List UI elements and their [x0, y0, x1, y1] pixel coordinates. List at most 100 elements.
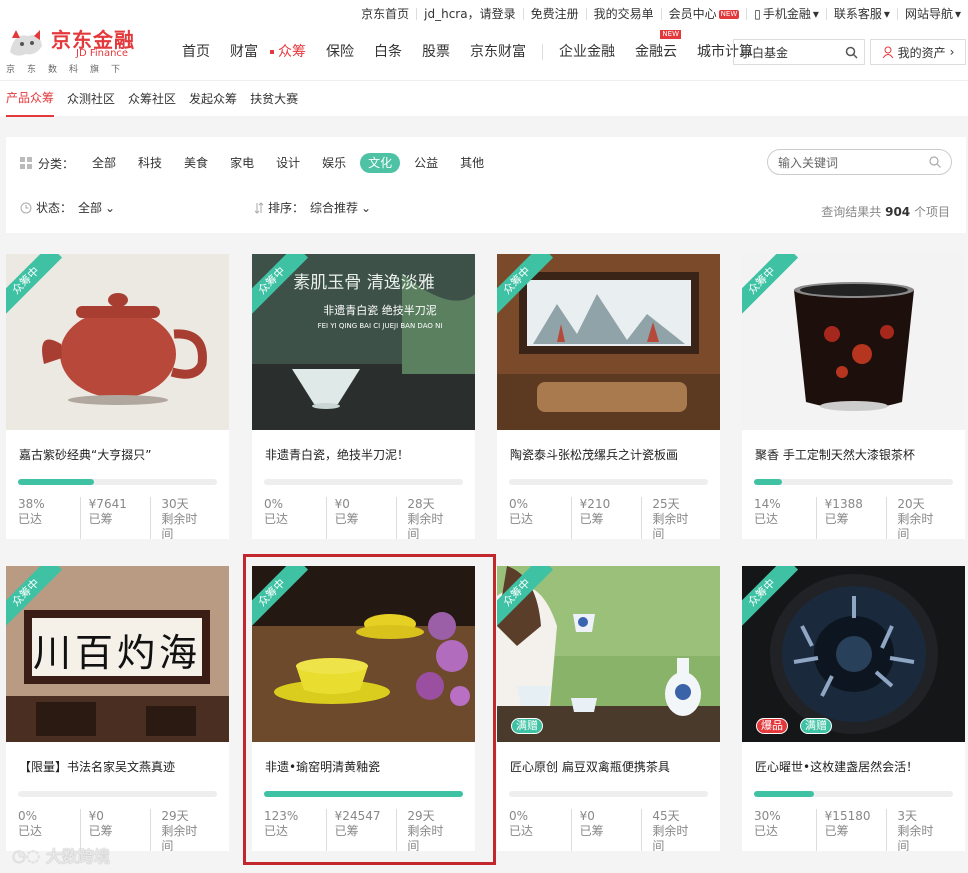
nav-home[interactable]: 首页 [172, 38, 220, 66]
amount-value: ¥0 [334, 497, 350, 511]
category-chip-charity[interactable]: 公益 [406, 153, 446, 173]
project-image[interactable]: 素肌玉骨 清逸淡雅 非遗青白瓷 绝技半刀泥 FEI YI QING BAI CI… [252, 254, 475, 430]
result-number: 904 [885, 205, 911, 219]
project-card[interactable]: 众筹中 满赠 匠心原创 扁豆双禽瓶便携茶具 0% 已达 ¥0 已筹 45天 剩余时间 [497, 566, 720, 851]
project-image[interactable] [497, 566, 720, 742]
project-title[interactable]: 嘉古紫砂经典“大亨掇只” [19, 446, 151, 463]
subnav-product-crowdfunding[interactable]: 产品众筹 [6, 81, 55, 117]
category-chip-appliance[interactable]: 家电 [222, 153, 262, 173]
result-prefix: 查询结果共 [821, 205, 882, 219]
search-icon[interactable] [845, 46, 858, 59]
progress-bar [754, 791, 953, 797]
stat-days: 25天 剩余时间 [642, 497, 714, 539]
progress-bar [509, 479, 708, 485]
category-chip-all[interactable]: 全部 [84, 153, 124, 173]
chevron-down-icon: ▾ [954, 7, 961, 21]
topbar-home-link[interactable]: 京东首页 [354, 8, 416, 20]
amount-value: ¥0 [579, 809, 595, 823]
progress-bar [18, 479, 217, 485]
topbar-member-link[interactable]: 会员中心 NEW [660, 8, 747, 20]
percent-label: 已达 [509, 512, 534, 526]
topbar-login-link[interactable]: jd_hcra，请登录 [416, 8, 522, 20]
nav-enterprise[interactable]: 企业金融 [549, 38, 625, 66]
project-title[interactable]: 陶瓷泰斗张松茂缧兵之计瓷板画 [510, 446, 678, 463]
project-image[interactable] [742, 566, 965, 742]
project-image[interactable]: 川百灼海 [6, 566, 229, 742]
category-chip-culture[interactable]: 文化 [360, 153, 401, 173]
project-image[interactable] [6, 254, 229, 430]
jd-finance-logo[interactable]: 京东金融 JD Finance 京东数科旗下 [6, 22, 151, 76]
project-stats: 0% 已达 ¥0 已筹 28天 剩余时间 [264, 497, 469, 539]
topbar-mobile-link[interactable]: ▯ 手机金融 ▾ [746, 8, 826, 20]
project-title[interactable]: 聚香 手工定制天然大漆银茶杯 [755, 446, 915, 463]
subnav-crowdfunding-community[interactable]: 众筹社区 [128, 82, 176, 116]
mobile-label: 手机金融 [762, 7, 811, 21]
nav-wealth[interactable]: 财富 [220, 38, 268, 66]
amount-label: 已筹 [88, 824, 113, 838]
nav-insurance[interactable]: 保险 [316, 38, 364, 66]
amount-label: 已筹 [579, 824, 604, 838]
topbar-register-link[interactable]: 免费注册 [522, 8, 586, 20]
project-card[interactable]: 众筹中 聚香 手工定制天然大漆银茶杯 14% 已达 ¥1388 已筹 20天 剩余时间 [742, 254, 965, 539]
nav-crowdfunding[interactable]: 众筹 [268, 38, 316, 66]
stat-days: 20天 剩余时间 [887, 497, 959, 539]
topbar-orders-link[interactable]: 我的交易单 [585, 8, 661, 20]
project-card[interactable]: 素肌玉骨 清逸淡雅 非遗青白瓷 绝技半刀泥 FEI YI QING BAI CI… [252, 254, 475, 539]
percent-value: 0% [509, 497, 529, 511]
site-header: 京东首页 jd_hcra，请登录 免费注册 我的交易单 会员中心 NEW ▯ 手机金… [0, 0, 968, 80]
sitenav-label: 网站导航 [904, 7, 953, 21]
project-title[interactable]: 匠心曜世•这枚建盏居然会活！ [755, 758, 918, 775]
stat-amount: ¥15180 已筹 [815, 809, 888, 851]
category-label: 分类： [38, 156, 75, 171]
project-image-graphic [497, 566, 720, 742]
stat-percent: 38% 已达 [18, 497, 80, 539]
progress-bar [264, 479, 463, 485]
logo-text-en: JD Finance [76, 48, 129, 59]
days-value: 30天 [161, 497, 189, 511]
keyword-search-input[interactable]: 输入关键词 [767, 149, 952, 175]
category-chip-food[interactable]: 美食 [176, 153, 216, 173]
subnav-launch-crowdfunding[interactable]: 发起众筹 [189, 82, 237, 116]
category-chip-tech[interactable]: 科技 [130, 153, 170, 173]
project-card[interactable]: 众筹中 嘉古紫砂经典“大亨掇只” 38% 已达 ¥7641 已筹 30天 剩余时间 [6, 254, 229, 539]
nav-baitiao[interactable]: 白条 [364, 38, 412, 66]
category-chip-other[interactable]: 其他 [452, 153, 492, 173]
subnav-poverty-contest[interactable]: 扶贫大赛 [250, 82, 298, 116]
project-title[interactable]: 【限量】书法名家吴文燕真迹 [19, 758, 175, 775]
project-title[interactable]: 匠心原创 扁豆双禽瓶便携茶具 [510, 758, 670, 775]
project-stats: 0% 已达 ¥0 已筹 45天 剩余时间 [509, 809, 714, 851]
keyword-placeholder: 输入关键词 [778, 155, 839, 170]
status-dropdown[interactable]: 全部 ⌄ [78, 199, 196, 216]
stat-percent: 0% 已达 [509, 497, 571, 539]
project-image-graphic [742, 566, 965, 742]
sort-dropdown[interactable]: 综合推荐 ⌄ [310, 199, 371, 216]
top-search-input[interactable]: 小白基金 [733, 39, 865, 65]
project-card[interactable]: 川百灼海 众筹中 【限量】书法名家吴文燕真迹 0% 已达 ¥0 已筹 29天 剩余时间 [6, 566, 229, 851]
percent-value: 0% [509, 809, 529, 823]
days-value: 3天 [897, 809, 917, 823]
project-title[interactable]: 非遗青白瓷，绝技半刀泥！ [265, 446, 409, 463]
category-chip-entertainment[interactable]: 娱乐 [314, 153, 354, 173]
project-image[interactable] [742, 254, 965, 430]
top-search-value: 小白基金 [740, 45, 789, 60]
image-overlay-title: 素肌玉骨 清逸淡雅 [293, 273, 434, 293]
project-image[interactable] [497, 254, 720, 430]
topbar-service-link[interactable]: 联系客服 ▾ [825, 8, 897, 20]
status-sort-row: 状态： 全部 ⌄ 排序： 综合推荐 ⌄ [20, 199, 371, 216]
project-card[interactable]: 众筹中 爆品 满赠 匠心曜世•这枚建盏居然会活！ 30% 已达 ¥15180 已筹 3… [742, 566, 965, 851]
subnav-testing-community[interactable]: 众测社区 [67, 82, 115, 116]
percent-value: 0% [18, 809, 38, 823]
project-card[interactable]: 众筹中 陶瓷泰斗张松茂缧兵之计瓷板画 0% 已达 ¥210 已筹 25天 剩余时间 [497, 254, 720, 539]
nav-jd-wealth[interactable]: 京东财富 [460, 38, 536, 66]
new-badge: NEW [660, 30, 681, 39]
category-chip-design[interactable]: 设计 [268, 153, 308, 173]
search-icon[interactable] [929, 156, 941, 168]
progress-fill [754, 791, 814, 797]
topbar-sitenav-link[interactable]: 网站导航 ▾ [896, 7, 968, 21]
percent-label: 已达 [18, 512, 43, 526]
nav-cloud-label: 金融云 [635, 44, 677, 60]
my-assets-button[interactable]: 我的资产 › [870, 39, 966, 65]
nav-cloud[interactable]: 金融云 NEW [625, 30, 687, 66]
watermark: ◔◌ 大数跨境 [12, 843, 110, 867]
nav-stocks[interactable]: 股票 [412, 38, 460, 66]
